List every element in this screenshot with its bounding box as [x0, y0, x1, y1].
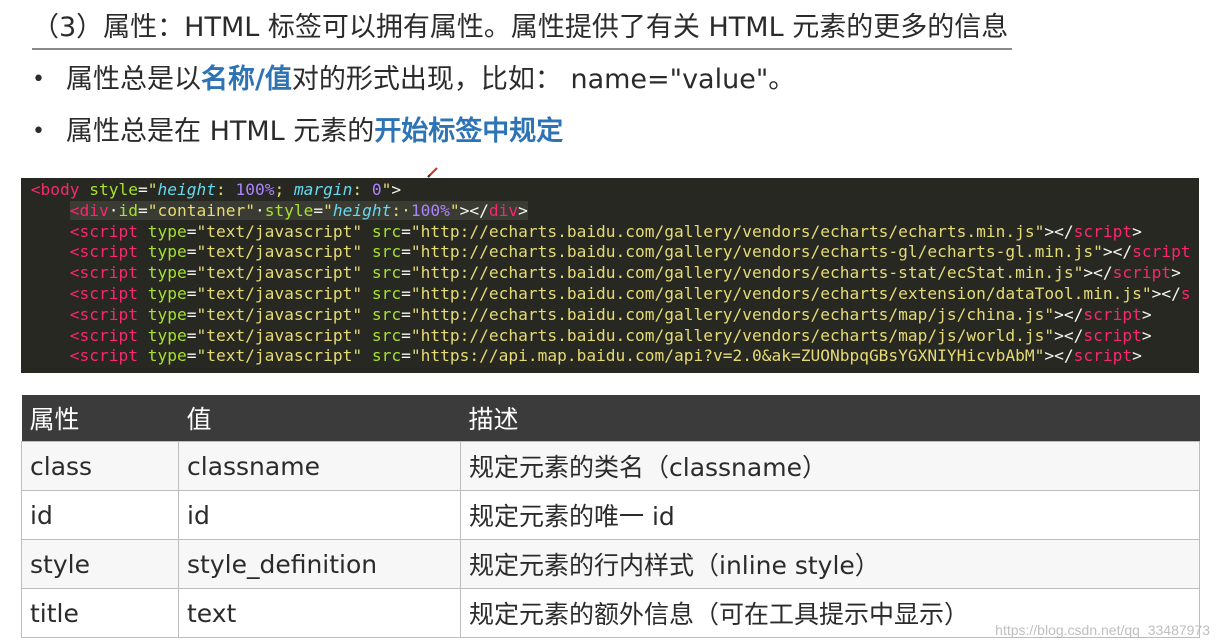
cell-attribute: title: [21, 588, 179, 638]
column-header-description: 描述: [460, 395, 1200, 442]
script-lines: <script type="text/javascript" src="http…: [21, 222, 1199, 368]
bullet-text-prefix: 属性总是以: [66, 64, 201, 95]
bullet-dot-icon: •: [32, 119, 45, 144]
cell-value: id: [178, 490, 461, 540]
code-line-script: <script type="text/javascript" src="http…: [69, 283, 1191, 303]
code-line-div: <div·id="container"·style="height:·100%"…: [69, 200, 528, 220]
bullet-dot-icon: •: [32, 67, 45, 92]
code-line-script: <script type="text/javascript" src="http…: [69, 263, 1181, 283]
bullet-item: • 属性总是在 HTML 元素的开始标签中规定: [32, 112, 563, 152]
table-row: id id 规定元素的唯一 id: [21, 490, 1200, 540]
column-header-value: 值: [178, 395, 461, 442]
table-row: style style_definition 规定元素的行内样式（inline …: [21, 539, 1200, 589]
cell-value: classname: [178, 441, 461, 491]
code-line-body: <body style="height: 100%; margin: 0">: [30, 180, 402, 199]
bullet-item: • 属性总是以名称/值对的形式出现，比如： name="value"。: [32, 60, 795, 100]
bullet-text-prefix: 属性总是在 HTML 元素的: [66, 116, 375, 147]
cell-description: 规定元素的行内样式（inline style）: [460, 539, 1200, 589]
table-row: class classname 规定元素的类名（classname）: [21, 441, 1200, 491]
cell-attribute: class: [21, 441, 179, 491]
attributes-table: 属性 值 描述 class classname 规定元素的类名（classnam…: [21, 395, 1200, 638]
pencil-cursor-icon: [427, 167, 438, 178]
cell-description: 规定元素的类名（classname）: [460, 441, 1200, 491]
cell-value: text: [178, 588, 461, 638]
cell-description: 规定元素的唯一 id: [460, 490, 1200, 540]
page-heading: （3）属性：HTML 标签可以拥有属性。属性提供了有关 HTML 元素的更多的信…: [32, 8, 1013, 50]
watermark: https://blog.csdn.net/qq_33487973: [995, 622, 1210, 638]
code-line-script: <script type="text/javascript" src="http…: [69, 304, 1152, 324]
bullet-text-suffix: 对的形式出现，比如： name="value"。: [291, 64, 796, 95]
bullet-text-highlight: 开始标签中规定: [374, 116, 564, 147]
table-header-row: 属性 值 描述: [21, 395, 1200, 442]
code-line-script: <script type="text/javascript" src="http…: [69, 346, 1142, 366]
code-line-script: <script type="text/javascript" src="http…: [69, 221, 1142, 241]
column-header-attribute: 属性: [21, 395, 179, 442]
code-line-script: <script type="text/javascript" src="http…: [69, 325, 1152, 345]
code-block: <body style="height: 100%; margin: 0"> <…: [21, 178, 1199, 373]
cell-attribute: id: [21, 490, 179, 540]
code-line-script: <script type="text/javascript" src="http…: [69, 242, 1191, 262]
cell-value: style_definition: [178, 539, 461, 589]
cell-attribute: style: [21, 539, 179, 589]
bullet-text-highlight: 名称/值: [201, 64, 292, 95]
